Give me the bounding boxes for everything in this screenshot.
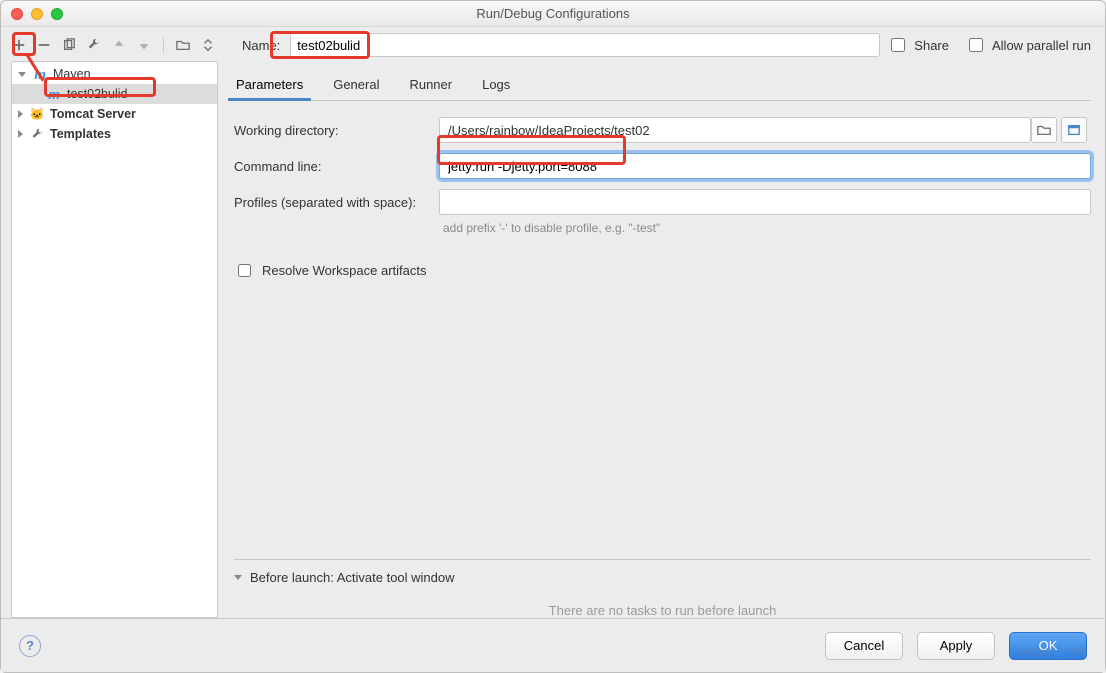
share-label: Share: [914, 38, 949, 53]
sidebar-resizer[interactable]: [216, 62, 218, 617]
share-checkbox-input[interactable]: [891, 38, 905, 52]
parameters-form: Working directory: Command line: Profile…: [234, 101, 1091, 280]
cancel-button[interactable]: Cancel: [825, 632, 903, 660]
content-panel: Parameters General Runner Logs Working d…: [218, 61, 1105, 618]
tree-label: test02bulid: [67, 87, 127, 101]
move-up-button[interactable]: [111, 37, 127, 53]
tree-node-test02bulid[interactable]: m test02bulid: [12, 84, 217, 104]
expand-button[interactable]: [200, 37, 216, 53]
copy-config-button[interactable]: [61, 37, 77, 53]
chevron-down-icon: [234, 575, 242, 580]
profiles-input[interactable]: [439, 189, 1091, 215]
tree-node-tomcat[interactable]: Tomcat Server: [12, 104, 217, 124]
maven-icon: m: [46, 86, 62, 102]
profiles-hint: add prefix '-' to disable profile, e.g. …: [443, 221, 1091, 235]
insert-path-button[interactable]: [1061, 117, 1087, 143]
browse-dir-button[interactable]: [1031, 117, 1057, 143]
tree-label: Templates: [50, 127, 111, 141]
ok-button[interactable]: OK: [1009, 632, 1087, 660]
toolbar-divider: [163, 37, 164, 53]
tab-general[interactable]: General: [331, 77, 381, 100]
name-label: Name:: [242, 38, 280, 53]
share-checkbox[interactable]: Share: [887, 35, 949, 55]
config-toolbar: [11, 37, 216, 53]
tree-label: Maven: [53, 67, 91, 81]
command-line-input[interactable]: [439, 153, 1091, 179]
before-launch-title: Before launch: Activate tool window: [250, 570, 455, 585]
no-tasks-text: There are no tasks to run before launch: [234, 585, 1091, 618]
name-input[interactable]: [290, 33, 880, 57]
apply-button[interactable]: Apply: [917, 632, 995, 660]
add-config-button[interactable]: [11, 37, 27, 53]
parallel-checkbox[interactable]: Allow parallel run: [965, 35, 1091, 55]
move-down-button[interactable]: [136, 37, 152, 53]
close-window-icon[interactable]: [11, 8, 23, 20]
tab-runner[interactable]: Runner: [407, 77, 454, 100]
tab-parameters[interactable]: Parameters: [234, 77, 305, 100]
zoom-window-icon[interactable]: [51, 8, 63, 20]
tab-bar: Parameters General Runner Logs: [234, 61, 1091, 101]
window-title: Run/Debug Configurations: [1, 6, 1105, 21]
minimize-window-icon[interactable]: [31, 8, 43, 20]
remove-config-button[interactable]: [36, 37, 52, 53]
tree-node-maven[interactable]: m Maven: [12, 64, 217, 84]
working-dir-input[interactable]: [439, 117, 1031, 143]
config-tree: m Maven m test02bulid Tomcat Server: [11, 61, 218, 618]
chevron-right-icon: [18, 130, 23, 138]
tree-label: Tomcat Server: [50, 107, 136, 121]
parallel-label: Allow parallel run: [992, 38, 1091, 53]
dialog-footer: ? Cancel Apply OK: [1, 618, 1105, 672]
wrench-icon: [29, 126, 45, 142]
resolve-workspace-checkbox[interactable]: [238, 264, 251, 277]
top-row: Name: Share Allow parallel run: [1, 27, 1105, 61]
before-launch-section: Before launch: Activate tool window Ther…: [234, 559, 1091, 618]
tomcat-icon: [29, 106, 45, 122]
window-controls: [1, 8, 63, 20]
dialog-window: Run/Debug Configurations: [0, 0, 1106, 673]
maven-icon: m: [32, 66, 48, 82]
titlebar: Run/Debug Configurations: [1, 1, 1105, 27]
working-dir-label: Working directory:: [234, 123, 439, 138]
profiles-label: Profiles (separated with space):: [234, 195, 439, 210]
command-line-label: Command line:: [234, 159, 439, 174]
edit-defaults-button[interactable]: [86, 37, 102, 53]
tab-logs[interactable]: Logs: [480, 77, 512, 100]
parallel-checkbox-input[interactable]: [969, 38, 983, 52]
chevron-right-icon: [18, 110, 23, 118]
before-launch-toggle[interactable]: Before launch: Activate tool window: [234, 570, 1091, 585]
chevron-down-icon: [18, 72, 26, 77]
help-button[interactable]: ?: [19, 635, 41, 657]
tree-node-templates[interactable]: Templates: [12, 124, 217, 144]
folder-button[interactable]: [175, 37, 191, 53]
resolve-workspace-label: Resolve Workspace artifacts: [262, 263, 427, 278]
